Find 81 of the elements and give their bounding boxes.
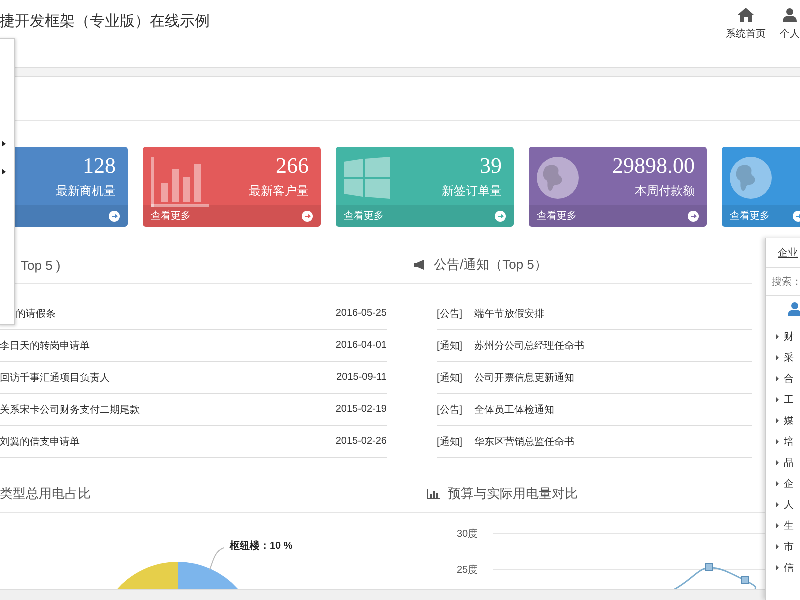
stat-label: 最新客户量 (249, 183, 309, 200)
task-date: 2016-05-25 (336, 308, 387, 319)
globe-icon (537, 157, 579, 199)
panel-tab[interactable]: 企业 (778, 246, 798, 260)
tree-item[interactable]: 人 (784, 498, 794, 512)
stat-value: 29898.00 (612, 153, 695, 179)
panel-title: 公告/通知（Top 5） (434, 256, 548, 274)
view-more-link[interactable]: 查看更多 (151, 209, 191, 223)
caret-icon[interactable] (776, 334, 779, 340)
windows-logo-icon (344, 157, 390, 199)
task-date: 2015-02-26 (336, 436, 387, 447)
tree-item[interactable]: 采 (784, 350, 794, 364)
notice-title[interactable]: 华东区营销总监任命书 (474, 434, 575, 448)
caret-icon[interactable] (776, 544, 779, 550)
stat-value: 266 (275, 153, 309, 179)
axis-label: 30度 (457, 528, 478, 541)
tree-item[interactable]: 媒 (784, 414, 794, 428)
notice-title[interactable]: 端午节放假安排 (474, 306, 545, 320)
home-link[interactable]: 系统首页 (726, 8, 766, 41)
task-title[interactable]: 关系宋卡公司财务支付二期尾款 (0, 402, 140, 416)
panel-title: Top 5 ) (21, 258, 61, 272)
tree-item[interactable]: 市 (784, 540, 794, 554)
globe-icon (730, 157, 772, 199)
notice-tag: [通知] (437, 434, 463, 448)
panel-title: 类型总用电占比 (0, 485, 91, 503)
bar-chart-icon (427, 489, 440, 499)
user-icon (788, 302, 800, 316)
notice-title[interactable]: 公司开票信息更新通知 (474, 370, 575, 384)
caret-icon[interactable] (776, 522, 779, 528)
tree-item[interactable]: 合 (784, 372, 794, 386)
task-date: 2015-02-19 (336, 404, 387, 415)
notice-tag: [通知] (437, 370, 463, 384)
arrow-circle-icon[interactable] (688, 210, 699, 222)
tree-item[interactable]: 培 (784, 434, 794, 448)
caret-icon[interactable] (2, 141, 6, 147)
tree-item[interactable]: 生 (784, 518, 794, 532)
user-icon (783, 8, 797, 22)
stat-label: 本周付款额 (634, 183, 695, 200)
tree-item[interactable]: 工 (784, 392, 794, 406)
tree-item[interactable]: 信 (784, 560, 794, 574)
task-date: 2016-04-01 (336, 340, 387, 351)
notice-title[interactable]: 全体员工体检通知 (474, 402, 555, 416)
arrow-circle-icon[interactable] (302, 210, 313, 222)
home-icon (738, 8, 754, 22)
view-more-link[interactable]: 查看更多 (537, 209, 577, 223)
notice-title[interactable]: 苏州分公司总经理任命书 (474, 338, 585, 352)
stat-value: 39 (479, 153, 502, 179)
task-title[interactable]: 刘翼的借支申请单 (0, 434, 80, 448)
app-title: 捷开发框架（专业版）在线示例 (0, 12, 210, 31)
tree-item[interactable]: 财 (784, 330, 794, 344)
caret-icon[interactable] (776, 564, 779, 570)
stat-label: 最新商机量 (56, 183, 116, 200)
tree-item[interactable]: 品 (784, 456, 794, 470)
notice-tag: [公告] (437, 402, 463, 416)
caret-icon[interactable] (776, 438, 779, 444)
notice-tag: [通知] (437, 338, 463, 352)
panel-title: 预算与实际用电量对比 (448, 485, 578, 503)
caret-icon[interactable] (776, 418, 779, 424)
caret-icon[interactable] (776, 376, 779, 382)
arrow-circle-icon[interactable] (495, 210, 506, 222)
leader-line (210, 548, 224, 570)
task-title[interactable]: 李日天的转岗申请单 (0, 338, 90, 352)
axis-label: 25度 (457, 564, 478, 577)
tree-item[interactable]: 企 (784, 476, 794, 490)
profile-link[interactable]: 个人 (780, 8, 800, 41)
megaphone-icon (414, 260, 426, 270)
bar-chart-icon (151, 157, 209, 207)
task-date: 2015-09-11 (336, 372, 387, 383)
caret-icon[interactable] (2, 169, 6, 175)
search-label: 搜索： (772, 276, 800, 288)
caret-icon[interactable] (776, 502, 779, 508)
caret-icon[interactable] (776, 480, 779, 486)
task-title[interactable]: 回访千事汇通项目负责人 (0, 370, 110, 384)
notice-tag: [公告] (437, 306, 463, 320)
caret-icon[interactable] (776, 354, 779, 360)
pie-label: 枢纽楼：10 % (230, 540, 293, 553)
caret-icon[interactable] (776, 460, 779, 466)
stat-label: 新签订单量 (442, 183, 502, 200)
stat-value: 128 (82, 153, 116, 179)
caret-icon[interactable] (776, 396, 779, 402)
arrow-circle-icon[interactable] (109, 210, 120, 222)
